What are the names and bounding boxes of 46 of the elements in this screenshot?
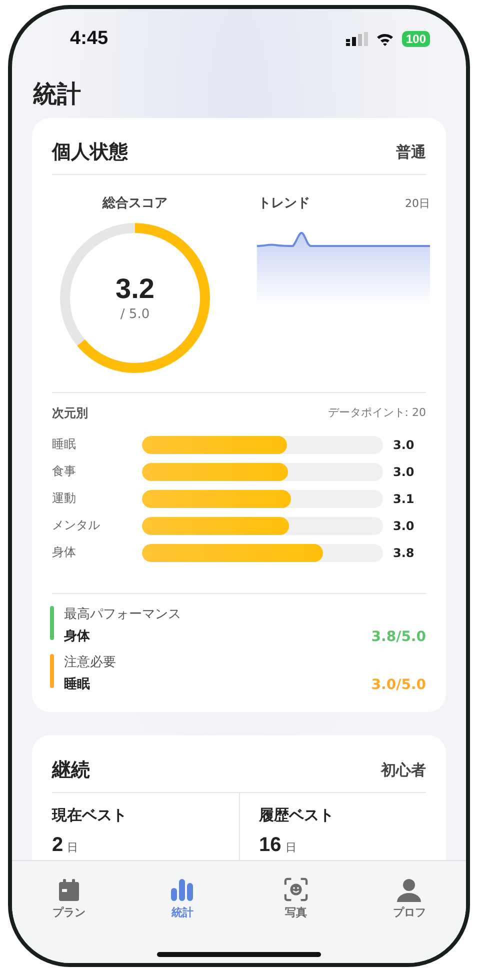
dimension-label: 運動 xyxy=(52,490,77,507)
dimension-label: 食事 xyxy=(52,463,77,480)
score-value: 3.2 xyxy=(116,272,154,306)
dimension-label: メンタル xyxy=(52,517,101,534)
card-title: 継続 xyxy=(52,758,90,782)
tab-bar-item[interactable]: 統計 xyxy=(126,877,239,921)
highlight-label: 最高パフォーマンス xyxy=(64,606,182,624)
dimension-label: 睡眠 xyxy=(52,436,77,453)
person-icon xyxy=(397,878,422,902)
highlight-score: 3.8/5.0 xyxy=(371,628,426,647)
dimension-value: 3.0 xyxy=(393,464,414,478)
streak-label: 履歴ベスト xyxy=(259,805,335,825)
face-scan-icon xyxy=(282,877,309,902)
streak-days: 2 xyxy=(52,834,64,856)
battery-icon: 100 xyxy=(402,31,430,47)
signal-icon xyxy=(346,32,368,46)
highlight-dimension: 睡眠 xyxy=(64,676,90,694)
section-title: 次元別 xyxy=(52,405,88,421)
score-label: 総合スコア xyxy=(102,195,168,213)
wifi-icon xyxy=(376,32,394,46)
tab-bar-item[interactable]: プラン xyxy=(12,877,126,921)
day-unit: 日 xyxy=(67,841,78,854)
dimension-value: 3.1 xyxy=(393,492,414,506)
day-unit: 日 xyxy=(285,841,296,854)
data-point-count: データポイント: 20 xyxy=(328,405,426,421)
streak-label: 現在ベスト xyxy=(52,805,128,825)
streak-level: 初心者 xyxy=(381,760,426,781)
bar-chart-icon xyxy=(170,878,194,902)
dimension-value: 3.0 xyxy=(393,518,414,532)
dimension-value: 3.0 xyxy=(393,438,414,452)
tab-bar-item[interactable]: 写真 xyxy=(239,877,352,921)
status-level: 普通 xyxy=(396,142,426,163)
clock-time: 4:45 xyxy=(70,28,110,50)
dimension-label: 身体 xyxy=(52,544,77,561)
highlight-score: 3.0/5.0 xyxy=(371,676,426,695)
tab-bar-item[interactable]: プロフ xyxy=(352,877,466,921)
page-title: 統計 xyxy=(32,79,82,109)
highlight-dimension: 身体 xyxy=(64,628,90,646)
calendar-icon xyxy=(56,878,81,902)
score-max: / 5.0 xyxy=(120,306,150,324)
dimension-value: 3.8 xyxy=(393,546,414,560)
trend-label: トレンド xyxy=(258,195,310,213)
card-title: 個人状態 xyxy=(52,140,128,164)
trend-range: 20日 xyxy=(405,196,430,212)
streak-days: 16 xyxy=(259,834,282,856)
highlight-label: 注意必要 xyxy=(64,654,117,672)
